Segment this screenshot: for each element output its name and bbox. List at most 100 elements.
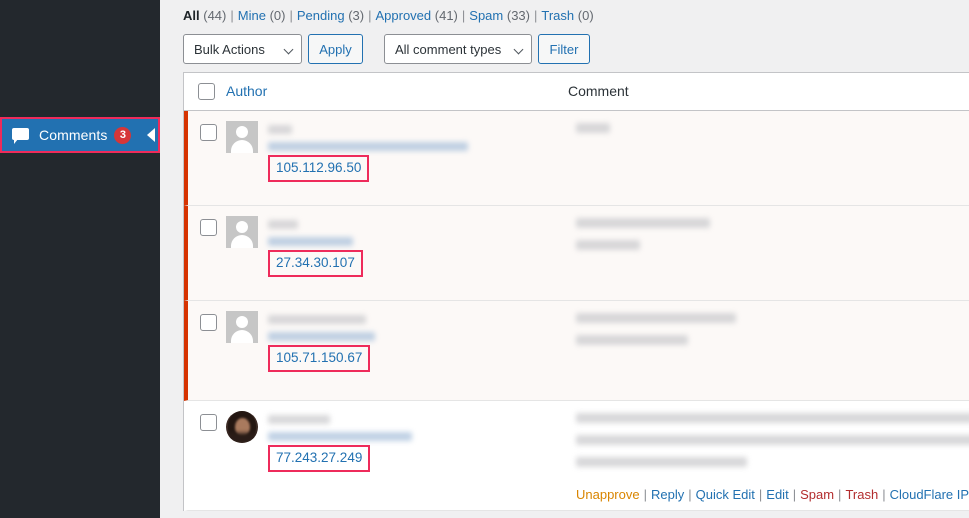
cloudflare-ip-score-link[interactable]: CloudFlare IP score — [890, 487, 969, 502]
row-select-cell — [188, 111, 226, 205]
action-separator: | — [792, 487, 797, 502]
row-select-checkbox[interactable] — [199, 124, 217, 141]
action-separator: | — [882, 487, 886, 502]
status-link-pending-count: (3) — [348, 8, 365, 23]
action-separator: | — [643, 487, 647, 502]
reply-link[interactable]: Reply — [651, 487, 684, 502]
author-email-redacted — [268, 237, 353, 246]
status-link-spam-count: (33) — [506, 8, 530, 23]
comment-text-redacted — [576, 457, 747, 467]
status-separator: | — [230, 8, 234, 23]
column-header-author[interactable]: Author — [226, 83, 568, 101]
row-author-cell: 77.243.27.249 — [226, 401, 568, 510]
status-link-trash[interactable]: Trash (0) — [541, 8, 593, 23]
row-actions: Unapprove | Reply | Quick Edit | Edit | Spam | Tra… — [576, 486, 969, 504]
ip-address-link[interactable]: 105.112.96.50 — [276, 160, 361, 175]
apply-button[interactable]: Apply — [308, 34, 363, 64]
table-navigation-toolbar: Bulk Actions Apply All comment types Fil… — [183, 34, 590, 64]
unapprove-link[interactable]: Unapprove — [576, 487, 640, 502]
select-all-checkbox[interactable] — [197, 83, 215, 100]
avatar — [226, 121, 258, 153]
status-link-pending-label: Pending — [296, 8, 345, 23]
comment-type-select[interactable]: All comment types — [384, 34, 532, 64]
comment-type-selected-value: All comment types — [395, 41, 502, 57]
status-separator: | — [534, 8, 538, 23]
comment-text-redacted — [576, 240, 640, 250]
status-link-trash-label: Trash — [541, 8, 575, 23]
status-link-all-label: All — [183, 8, 200, 23]
column-header-comment: Comment — [568, 83, 969, 101]
ip-address-highlight: 27.34.30.107 — [268, 250, 363, 277]
row-select-checkbox[interactable] — [199, 314, 217, 331]
comment-reply-to-redacted — [576, 218, 710, 228]
ip-address-highlight: 77.243.27.249 — [268, 445, 371, 472]
row-comment-cell — [568, 206, 969, 300]
comment-text-redacted — [576, 435, 969, 445]
filter-button-label: Filter — [549, 41, 579, 57]
collapse-arrow-icon[interactable] — [147, 128, 155, 142]
ip-address-link[interactable]: 27.34.30.107 — [276, 255, 355, 270]
row-select-cell — [188, 301, 226, 400]
quick-edit-link[interactable]: Quick Edit — [696, 487, 755, 502]
row-select-checkbox[interactable] — [199, 414, 217, 431]
status-link-spam[interactable]: Spam (33) — [469, 8, 530, 23]
status-link-mine-count: (0) — [269, 8, 286, 23]
author-meta — [268, 411, 568, 441]
status-link-all-count: (44) — [203, 8, 227, 23]
table-row: 105.71.150.67 — [184, 301, 969, 401]
apply-button-label: Apply — [319, 41, 352, 57]
status-separator: | — [461, 8, 466, 23]
comments-pending-badge: 3 — [114, 126, 132, 144]
status-link-all[interactable]: All (44) — [183, 8, 226, 23]
author-email-redacted — [268, 332, 375, 341]
ip-address-link[interactable]: 77.243.27.249 — [276, 450, 362, 465]
row-comment-cell — [568, 301, 969, 400]
comment-text-redacted — [576, 123, 610, 133]
comment-text-redacted — [576, 413, 969, 423]
bulk-actions-selected-value: Bulk Actions — [194, 41, 265, 57]
status-link-trash-count: (0) — [577, 8, 594, 23]
author-meta — [268, 311, 568, 341]
column-header-author-label: Author — [226, 82, 268, 99]
table-row: 77.243.27.249 Unapprove | Reply | Quick Edit… — [184, 401, 969, 511]
action-separator: | — [688, 487, 692, 502]
comments-table: Author Comment 105.112.96.50 27.34.30.10… — [183, 72, 969, 511]
comment-reply-to-redacted — [576, 313, 736, 323]
author-name-redacted — [268, 220, 298, 229]
sidebar-item-comments[interactable]: Comments 3 — [2, 119, 158, 151]
action-separator: | — [838, 487, 842, 502]
ip-address-highlight: 105.112.96.50 — [268, 155, 370, 182]
main-content: All (44) | Mine (0) | Pending (3) | Approved (… — [160, 0, 969, 518]
status-separator: | — [289, 8, 293, 23]
sidebar-item-comments-wrapper: Comments 3 — [0, 117, 160, 153]
row-select-checkbox[interactable] — [199, 219, 217, 236]
ip-address-highlight: 105.71.150.67 — [268, 345, 371, 372]
table-header-row: Author Comment — [184, 73, 969, 111]
table-row: 27.34.30.107 — [184, 206, 969, 301]
status-link-approved-label: Approved — [375, 8, 432, 23]
select-all-cell — [184, 83, 226, 100]
status-link-pending[interactable]: Pending (3) — [297, 8, 364, 23]
author-email-redacted — [268, 142, 468, 151]
filter-button[interactable]: Filter — [538, 34, 590, 64]
author-name-redacted — [268, 125, 292, 134]
table-row: 105.112.96.50 — [184, 111, 969, 206]
edit-link[interactable]: Edit — [766, 487, 788, 502]
ip-address-link[interactable]: 105.71.150.67 — [276, 350, 362, 365]
avatar — [226, 216, 258, 248]
status-link-approved-count: (41) — [434, 8, 458, 23]
spam-link[interactable]: Spam — [800, 487, 834, 502]
trash-link[interactable]: Trash — [845, 487, 878, 502]
column-header-comment-label: Comment — [568, 82, 629, 99]
comment-status-filter-links: All (44) | Mine (0) | Pending (3) | Approved (… — [183, 7, 594, 25]
status-separator: | — [368, 8, 372, 23]
bulk-actions-select[interactable]: Bulk Actions — [183, 34, 302, 64]
author-name-redacted — [268, 315, 366, 324]
row-comment-cell: Unapprove | Reply | Quick Edit | Edit | Spam | Tra… — [568, 401, 969, 510]
admin-sidebar: Comments 3 — [0, 0, 160, 518]
row-select-cell — [188, 206, 226, 300]
status-link-mine[interactable]: Mine (0) — [238, 8, 286, 23]
status-link-approved[interactable]: Approved (41) — [375, 8, 457, 23]
row-author-cell: 105.112.96.50 — [226, 111, 568, 205]
row-author-cell: 27.34.30.107 — [226, 206, 568, 300]
